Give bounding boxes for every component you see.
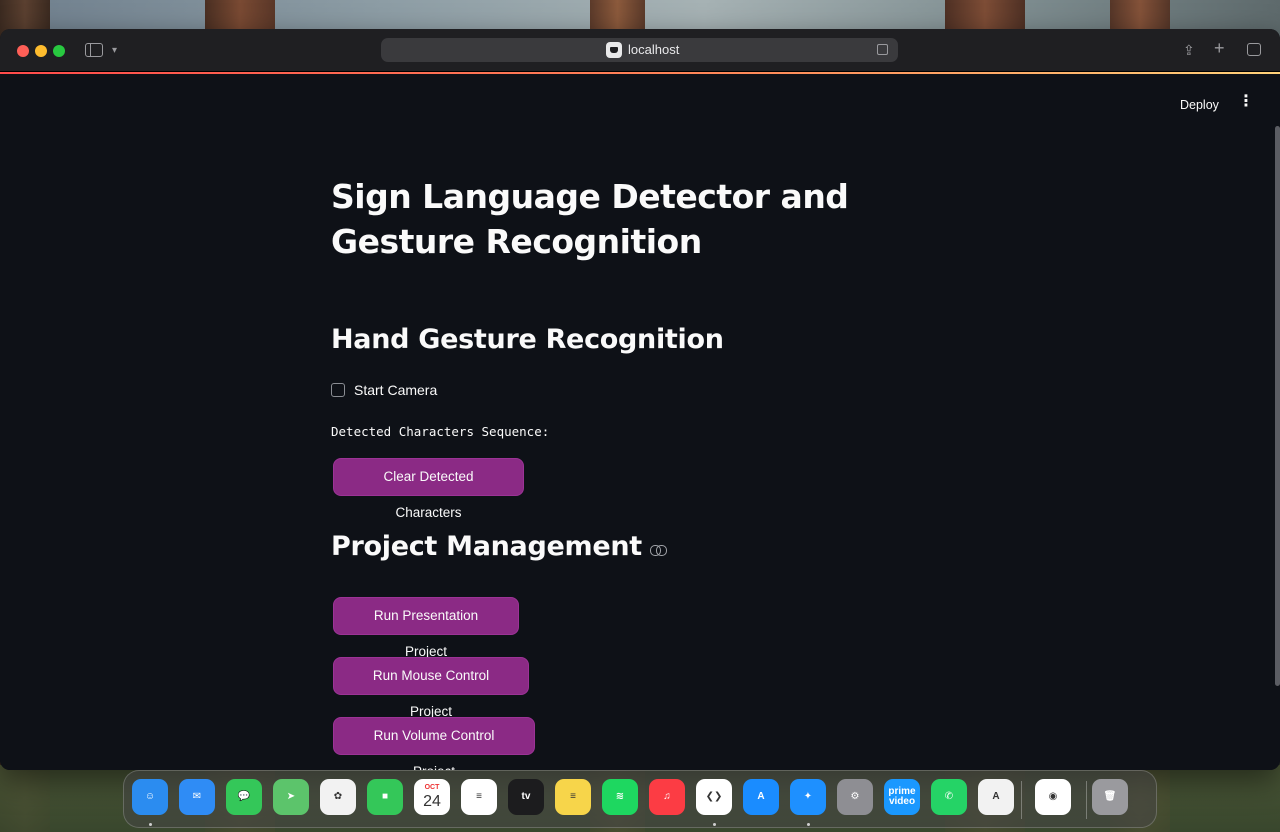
browser-toolbar: ▾ localhost ⇪ + xyxy=(0,29,1280,72)
run-volume-control-project-button[interactable]: Run Volume Control Project xyxy=(333,717,535,770)
close-window-button[interactable] xyxy=(17,45,29,57)
dock: ☺ ✉ 💬 ➤ ✿ ■ OCT 24 ≡ tv ≡ ≋ ♫ ❮❯ A ✦ ⚙ prime video ✆ A ◉ 🗑 xyxy=(123,770,1157,828)
dock-app-store-icon[interactable]: A xyxy=(743,779,779,815)
scrollbar[interactable] xyxy=(1275,126,1280,686)
dock-xcode-instruments-icon[interactable]: A xyxy=(978,779,1014,815)
section-heading-project: Project Management xyxy=(331,531,642,562)
dock-running-indicator xyxy=(807,823,810,826)
dock-mail-icon[interactable]: ✉ xyxy=(179,779,215,815)
section-heading-project-row: Project Management xyxy=(331,529,667,565)
chevron-down-icon[interactable]: ▾ xyxy=(112,42,117,60)
dock-whatsapp-icon[interactable]: ✆ xyxy=(931,779,967,815)
browser-window: ▾ localhost ⇪ + Deploy ⋮ Sign Language D… xyxy=(0,29,1280,770)
detected-sequence-text: Detected Characters Sequence: xyxy=(331,424,550,439)
page-title: Sign Language Detector and Gesture Recog… xyxy=(331,177,849,261)
anchor-link-icon[interactable] xyxy=(649,544,667,556)
dock-facetime-icon[interactable]: ■ xyxy=(367,779,403,815)
app-content: Deploy ⋮ Sign Language Detector and Gest… xyxy=(0,74,1280,770)
section-heading-gesture: Hand Gesture Recognition xyxy=(331,324,724,355)
dock-running-indicator xyxy=(713,823,716,826)
dock-separator xyxy=(1021,781,1022,819)
start-camera-checkbox[interactable] xyxy=(331,383,345,397)
calendar-month-label: OCT xyxy=(424,784,440,791)
new-tab-icon[interactable]: + xyxy=(1214,39,1225,57)
dock-running-indicator xyxy=(149,823,152,826)
sidebar-toggle-icon[interactable] xyxy=(85,43,103,57)
run-presentation-project-button[interactable]: Run Presentation Project xyxy=(333,597,519,659)
dock-vs-code-icon[interactable]: ❮❯ xyxy=(696,779,732,815)
dock-messages-icon[interactable]: 💬 xyxy=(226,779,262,815)
dock-notes-icon[interactable]: ≡ xyxy=(555,779,591,815)
dock-calendar-icon[interactable]: OCT 24 xyxy=(414,779,450,815)
dock-maps-icon[interactable]: ➤ xyxy=(273,779,309,815)
dock-separator xyxy=(1086,781,1087,819)
start-camera-label[interactable]: Start Camera xyxy=(354,382,437,398)
dock-safari-icon[interactable]: ✦ xyxy=(790,779,826,815)
clear-detected-characters-button[interactable]: Clear Detected Characters xyxy=(333,458,524,520)
dock-finder-icon[interactable]: ☺ xyxy=(132,779,168,815)
minimize-window-button[interactable] xyxy=(35,45,47,57)
deploy-button[interactable]: Deploy xyxy=(1180,98,1219,112)
address-bar[interactable]: localhost xyxy=(381,38,898,62)
dock-prime-video-icon[interactable]: prime video xyxy=(884,779,920,815)
main-menu-icon[interactable]: ⋮ xyxy=(1238,94,1254,110)
dock-music-icon[interactable]: ♫ xyxy=(649,779,685,815)
main-block: Sign Language Detector and Gesture Recog… xyxy=(331,174,971,770)
url-text: localhost xyxy=(628,42,680,57)
dock-photos-icon[interactable]: ✿ xyxy=(320,779,356,815)
dock-chrome-icon[interactable]: ◉ xyxy=(1035,779,1071,815)
tab-overview-icon[interactable] xyxy=(1247,43,1261,56)
dock-system-settings-icon[interactable]: ⚙ xyxy=(837,779,873,815)
share-icon[interactable]: ⇪ xyxy=(1183,41,1195,59)
site-favicon-icon xyxy=(606,42,622,58)
dock-reminders-icon[interactable]: ≡ xyxy=(461,779,497,815)
start-camera-checkbox-row[interactable]: Start Camera xyxy=(331,382,437,398)
dock-trash-icon[interactable]: 🗑 xyxy=(1092,779,1128,815)
maximize-window-button[interactable] xyxy=(53,45,65,57)
reader-mode-icon[interactable] xyxy=(877,44,888,55)
calendar-day-label: 24 xyxy=(423,793,441,810)
dock-spotify-icon[interactable]: ≋ xyxy=(602,779,638,815)
dock-tv-icon[interactable]: tv xyxy=(508,779,544,815)
run-mouse-control-project-button[interactable]: Run Mouse Control Project xyxy=(333,657,529,719)
